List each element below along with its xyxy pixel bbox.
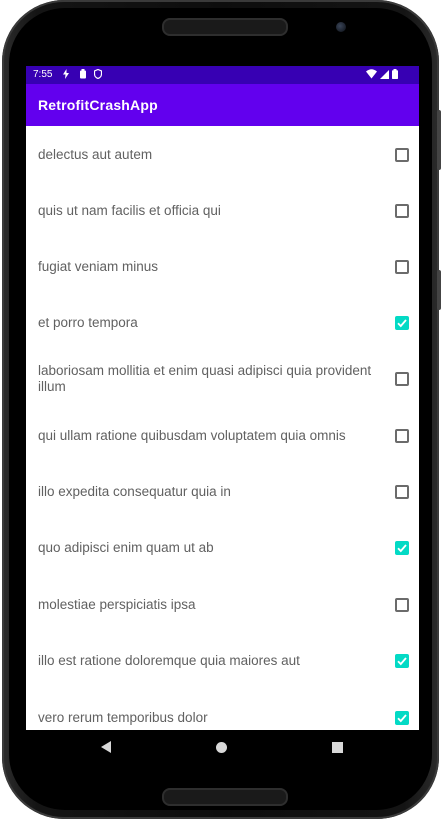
- list-item[interactable]: quis ut nam facilis et officia qui: [26, 183, 419, 239]
- bottom-speaker: [162, 788, 288, 806]
- status-time: 7:55: [33, 69, 53, 80]
- list-item-label: laboriosam mollitia et enim quasi adipis…: [38, 363, 372, 394]
- list-item[interactable]: vero rerum temporibus dolor: [26, 690, 419, 730]
- recents-icon[interactable]: [332, 742, 343, 753]
- shield-icon: [94, 69, 102, 79]
- checkmark-icon: [397, 714, 407, 723]
- completed-checkbox[interactable]: [395, 485, 409, 499]
- battery-icon: [392, 69, 398, 79]
- list-item[interactable]: et porro tempora: [26, 295, 419, 351]
- wifi-icon: [366, 69, 377, 79]
- screen: 7:55 RetrofitCrashApp delectus aut autem…: [26, 66, 419, 766]
- front-camera: [336, 22, 346, 32]
- volume-button[interactable]: [437, 110, 441, 170]
- list-item[interactable]: delectus aut autem: [26, 127, 419, 183]
- home-icon[interactable]: [216, 742, 227, 753]
- list-item-label: et porro tempora: [38, 315, 138, 330]
- device-frame: 7:55 RetrofitCrashApp delectus aut autem…: [0, 0, 441, 819]
- earpiece-speaker: [162, 18, 288, 36]
- completed-checkbox[interactable]: [395, 541, 409, 555]
- list-item-label: fugiat veniam minus: [38, 259, 159, 274]
- list-item-label: delectus aut autem: [38, 147, 153, 162]
- list-item-label: illo expedita consequatur quia in: [38, 484, 231, 499]
- lightning-icon: [63, 69, 69, 79]
- checkmark-icon: [397, 657, 407, 666]
- list-item[interactable]: quo adipisci enim quam ut ab: [26, 520, 419, 576]
- clipboard-icon: [80, 69, 86, 79]
- list-item-label: vero rerum temporibus dolor: [38, 710, 208, 725]
- list-item-label: molestiae perspiciatis ipsa: [38, 597, 196, 612]
- list-item-label: quo adipisci enim quam ut ab: [38, 540, 214, 555]
- completed-checkbox[interactable]: [395, 260, 409, 274]
- app-bar: RetrofitCrashApp: [26, 84, 419, 126]
- completed-checkbox[interactable]: [395, 654, 409, 668]
- completed-checkbox[interactable]: [395, 148, 409, 162]
- list-item[interactable]: laboriosam mollitia et enim quasi adipis…: [26, 351, 419, 407]
- signal-icon: [380, 70, 389, 79]
- list-item[interactable]: molestiae perspiciatis ipsa: [26, 577, 419, 633]
- list-item-label: illo est ratione doloremque quia maiores…: [38, 653, 300, 668]
- completed-checkbox[interactable]: [395, 316, 409, 330]
- list-item[interactable]: fugiat veniam minus: [26, 239, 419, 295]
- status-bar: 7:55: [26, 66, 419, 84]
- completed-checkbox[interactable]: [395, 372, 409, 386]
- list-item[interactable]: illo expedita consequatur quia in: [26, 464, 419, 520]
- completed-checkbox[interactable]: [395, 429, 409, 443]
- todo-list[interactable]: delectus aut autem quis ut nam facilis et…: [26, 126, 419, 730]
- navigation-bar: [26, 730, 419, 766]
- list-item[interactable]: qui ullam ratione quibusdam voluptatem q…: [26, 408, 419, 464]
- app-title: RetrofitCrashApp: [38, 97, 158, 113]
- checkmark-icon: [397, 544, 407, 553]
- completed-checkbox[interactable]: [395, 598, 409, 612]
- completed-checkbox[interactable]: [395, 204, 409, 218]
- checkmark-icon: [397, 319, 407, 328]
- completed-checkbox[interactable]: [395, 711, 409, 725]
- list-item-label: quis ut nam facilis et officia qui: [38, 203, 221, 218]
- back-icon[interactable]: [101, 741, 111, 753]
- list-item[interactable]: illo est ratione doloremque quia maiores…: [26, 633, 419, 689]
- power-button[interactable]: [437, 270, 441, 310]
- list-item-label: qui ullam ratione quibusdam voluptatem q…: [38, 428, 346, 443]
